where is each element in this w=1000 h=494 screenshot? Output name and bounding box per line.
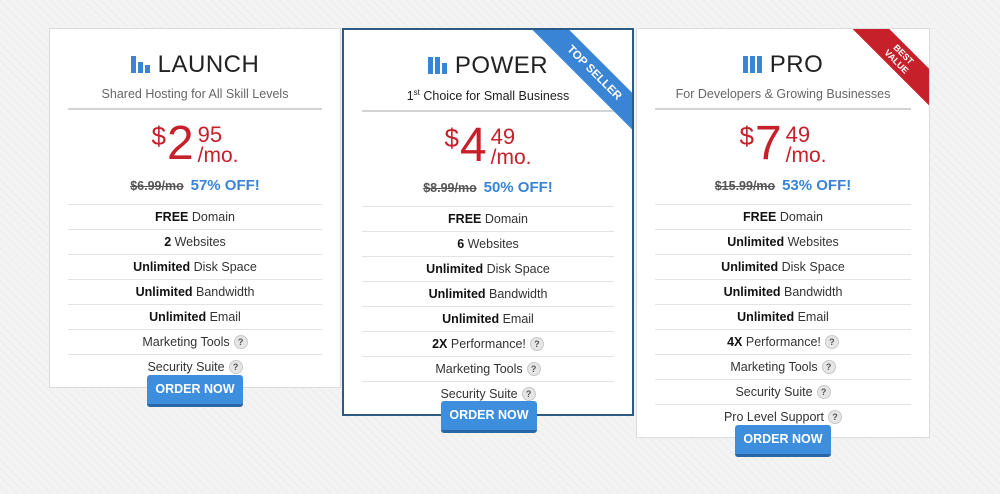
help-icon[interactable]: ? <box>828 410 843 424</box>
feature-item: Marketing Tools? <box>655 354 911 379</box>
help-icon[interactable]: ? <box>233 335 248 349</box>
plan-price: $ 4 49 /mo. <box>344 122 632 174</box>
order-now-button-launch[interactable]: ORDER NOW <box>147 375 243 407</box>
feature-item: Unlimited Email <box>655 304 911 329</box>
price-currency: $ <box>739 121 754 151</box>
old-price: $6.99/mo <box>130 179 184 193</box>
discount-percent: 57% OFF! <box>190 177 260 194</box>
plan-name: LAUNCH <box>157 51 260 78</box>
feature-item: Unlimited Disk Space <box>655 254 911 279</box>
bar-chart-icon <box>130 56 150 73</box>
feature-item: 2 Websites <box>68 229 322 254</box>
price-cents: 49 <box>490 124 516 150</box>
help-icon[interactable]: ? <box>824 335 839 349</box>
plan-card-pro: BEST VALUE PRO For Developers & Growing … <box>636 28 930 438</box>
price-period: /mo. <box>785 144 827 167</box>
feature-item: Unlimited Email <box>68 304 322 329</box>
discount-line: $6.99/mo 57% OFF! <box>50 177 340 194</box>
feature-item: Security Suite? <box>655 379 911 404</box>
feature-item: Unlimited Disk Space <box>68 254 322 279</box>
feature-item: Unlimited Bandwidth <box>68 279 322 304</box>
feature-item: Unlimited Websites <box>655 229 911 254</box>
feature-item: Unlimited Bandwidth <box>362 281 614 306</box>
feature-item: 4X Performance!? <box>655 329 911 354</box>
price-period: /mo. <box>197 144 239 167</box>
help-icon[interactable]: ? <box>816 385 831 399</box>
price-currency: $ <box>151 121 166 151</box>
feature-list: FREE Domain 2 Websites Unlimited Disk Sp… <box>68 204 322 379</box>
bar-chart-icon <box>427 57 447 74</box>
price-dollars: 2 <box>166 117 194 170</box>
plan-name: PRO <box>769 51 824 78</box>
feature-item: 2X Performance!? <box>362 331 614 356</box>
feature-item: FREE Domain <box>362 206 614 231</box>
feature-item: Unlimited Disk Space <box>362 256 614 281</box>
price-cents: 95 <box>197 122 223 147</box>
old-price: $8.99/mo <box>423 181 477 196</box>
help-icon[interactable]: ? <box>521 387 536 402</box>
help-icon[interactable]: ? <box>228 360 243 374</box>
feature-item: FREE Domain <box>655 204 911 229</box>
help-icon[interactable]: ? <box>529 337 544 352</box>
plan-card-power: TOP SELLER POWER 1st Choice for Small Bu… <box>342 28 634 416</box>
order-now-button-power[interactable]: ORDER NOW <box>441 401 537 433</box>
feature-list: FREE Domain Unlimited Websites Unlimited… <box>655 204 911 429</box>
feature-item: FREE Domain <box>68 204 322 229</box>
discount-percent: 53% OFF! <box>782 177 852 194</box>
plan-price: $ 7 49 /mo. <box>637 120 929 172</box>
feature-item: Unlimited Bandwidth <box>655 279 911 304</box>
plan-card-launch: LAUNCH Shared Hosting for All Skill Leve… <box>49 28 341 388</box>
plan-subtitle: Shared Hosting for All Skill Levels <box>68 87 322 110</box>
price-period: /mo. <box>490 146 532 170</box>
feature-item: Marketing Tools? <box>68 329 322 354</box>
price-currency: $ <box>444 123 459 154</box>
help-icon[interactable]: ? <box>821 360 836 374</box>
plan-title: LAUNCH <box>50 49 340 81</box>
plan-subtitle: For Developers & Growing Businesses <box>655 87 911 110</box>
bar-chart-icon <box>742 56 762 73</box>
discount-line: $8.99/mo 50% OFF! <box>344 179 632 196</box>
price-dollars: 7 <box>754 117 782 170</box>
order-now-button-pro[interactable]: ORDER NOW <box>735 425 831 457</box>
old-price: $15.99/mo <box>714 179 776 193</box>
plan-subtitle: 1st Choice for Small Business <box>362 88 614 113</box>
feature-item: Unlimited Email <box>362 306 614 331</box>
feature-item: 6 Websites <box>362 231 614 256</box>
plan-price: $ 2 95 /mo. <box>50 120 340 172</box>
plan-name: POWER <box>454 52 549 79</box>
price-dollars: 4 <box>459 119 487 173</box>
feature-item: Marketing Tools? <box>362 356 614 381</box>
help-icon[interactable]: ? <box>526 362 541 377</box>
discount-line: $15.99/mo 53% OFF! <box>637 177 929 194</box>
feature-list: FREE Domain 6 Websites Unlimited Disk Sp… <box>362 206 614 406</box>
price-cents: 49 <box>785 122 811 147</box>
discount-percent: 50% OFF! <box>483 179 553 197</box>
